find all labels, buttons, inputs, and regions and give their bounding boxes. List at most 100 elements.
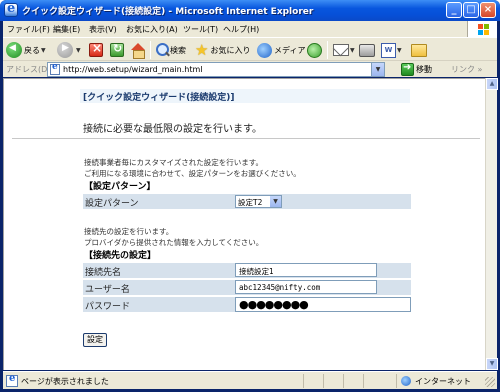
close-button[interactable]: × xyxy=(480,2,496,18)
internet-globe-icon xyxy=(401,376,411,386)
dest-name-label: 接続先名 xyxy=(85,268,122,278)
toolbar-separator xyxy=(327,41,328,59)
dest-note: プロバイダから提供された情報を入力してください。 xyxy=(84,238,264,247)
scroll-down-icon[interactable]: ▼ xyxy=(486,358,498,370)
password-field[interactable]: ●●●●●●●● xyxy=(235,297,411,312)
word-icon: W xyxy=(381,42,396,58)
menu-bar: ファイル(F) 編集(E) 表示(V) お気に入り(A) ツール(T) ヘルプ(… xyxy=(3,21,497,37)
title-bar[interactable]: クイック設定ウィザード(接続設定) - Microsoft Internet E… xyxy=(0,0,500,21)
history-icon xyxy=(307,42,322,58)
password-value: ●●●●●●●● xyxy=(239,298,309,311)
address-input[interactable]: http://web.setup/wizard_main.html ▼ xyxy=(47,62,385,77)
vertical-scrollbar[interactable]: ▲ ▼ xyxy=(485,78,498,370)
forward-arrow-icon xyxy=(57,42,73,58)
status-panel xyxy=(343,374,344,388)
password-row: パスワード ●●●●●●●● xyxy=(83,297,411,312)
menu-edit[interactable]: 編集(E) xyxy=(53,24,80,35)
address-label: アドレス(D) xyxy=(6,65,51,74)
status-panel xyxy=(396,374,397,388)
folder-button[interactable] xyxy=(411,41,427,59)
chevron-down-icon[interactable]: ▼ xyxy=(350,47,355,54)
media-label: メディア xyxy=(274,45,306,55)
password-label: パスワード xyxy=(85,302,131,312)
print-button[interactable] xyxy=(359,41,375,59)
chevron-down-icon[interactable]: ▼ xyxy=(397,47,402,54)
browser-window: クイック設定ウィザード(接続設定) - Microsoft Internet E… xyxy=(0,0,500,392)
windows-logo-icon xyxy=(467,21,497,37)
mail-icon xyxy=(333,44,349,56)
ie-logo-icon xyxy=(4,1,18,17)
pattern-select[interactable]: 設定T2 ▼ xyxy=(235,195,282,208)
pattern-section-title: 【設定パターン】 xyxy=(84,182,156,192)
username-row: ユーザー名 abc12345@nifty.com xyxy=(83,280,411,295)
status-panel xyxy=(323,374,324,388)
submit-button[interactable]: 設定 xyxy=(83,333,107,347)
status-panel xyxy=(303,374,304,388)
menu-file[interactable]: ファイル(F) xyxy=(7,24,50,35)
links-toolbar[interactable]: リンク » xyxy=(451,64,482,75)
media-button[interactable]: メディア xyxy=(257,41,305,59)
edit-button[interactable]: W ▼ xyxy=(381,41,402,59)
dest-note: 接続先の設定を行います。 xyxy=(84,227,174,236)
page-title: [クイック設定ウィザード(接続設定)] xyxy=(83,93,235,103)
address-url[interactable]: http://web.setup/wizard_main.html xyxy=(63,65,203,74)
chevron-down-icon[interactable]: ▼ xyxy=(371,63,384,76)
address-bar: アドレス(D) http://web.setup/wizard_main.htm… xyxy=(3,61,497,77)
username-field[interactable]: abc12345@nifty.com xyxy=(235,280,377,294)
dest-name-field[interactable]: 接続設定1 xyxy=(235,263,377,277)
media-icon xyxy=(257,42,272,58)
home-button[interactable] xyxy=(130,41,146,59)
menu-help[interactable]: ヘルプ(H) xyxy=(223,24,259,35)
status-text: ページが表示されました xyxy=(21,377,109,386)
maximize-button[interactable]: □ xyxy=(463,2,479,18)
favorites-button[interactable]: ★ お気に入り xyxy=(195,41,250,59)
resize-grip[interactable] xyxy=(485,377,495,387)
page-done-icon xyxy=(6,373,18,387)
window-title: クイック設定ウィザード(接続設定) - Microsoft Internet E… xyxy=(22,7,314,17)
go-label: 移動 xyxy=(416,64,432,74)
back-button[interactable]: 戻る ▼ xyxy=(6,41,46,59)
back-arrow-icon xyxy=(6,42,22,58)
chevron-down-icon[interactable]: ▼ xyxy=(41,47,46,54)
wizard-header: [クイック設定ウィザード(接続設定)] xyxy=(80,89,410,103)
search-label: 検索 xyxy=(170,45,186,55)
printer-icon xyxy=(359,43,375,57)
username-value: abc12345@nifty.com xyxy=(239,283,321,292)
search-button[interactable]: 検索 xyxy=(155,41,186,59)
chevron-down-icon[interactable]: ▼ xyxy=(270,196,281,207)
search-icon xyxy=(155,42,170,58)
chevron-down-icon[interactable]: ▼ xyxy=(76,47,81,54)
history-button[interactable] xyxy=(307,41,322,59)
pattern-row: 設定パターン 設定T2 ▼ xyxy=(83,194,411,209)
minimize-button[interactable]: _ xyxy=(446,2,462,18)
stop-icon xyxy=(89,41,103,57)
refresh-icon xyxy=(110,42,124,57)
mail-button[interactable]: ▼ xyxy=(333,41,355,59)
username-label: ユーザー名 xyxy=(85,285,130,295)
dest-section-title: 【接続先の設定】 xyxy=(84,251,157,261)
wizard-description: 接続に必要な最低限の設定を行います。 xyxy=(83,124,262,135)
status-bar: ページが表示されました インターネット xyxy=(3,371,497,389)
folder-icon xyxy=(411,43,427,57)
security-zone-text: インターネット xyxy=(415,377,471,386)
page-content: [クイック設定ウィザード(接続設定)] 接続に必要な最低限の設定を行います。 接… xyxy=(3,78,485,370)
menu-view[interactable]: 表示(V) xyxy=(89,24,117,35)
menu-tools[interactable]: ツール(T) xyxy=(183,24,218,35)
home-icon xyxy=(130,42,146,59)
scroll-up-icon[interactable]: ▲ xyxy=(486,78,498,90)
menu-favorites[interactable]: お気に入り(A) xyxy=(126,24,178,35)
refresh-button[interactable] xyxy=(110,41,124,59)
pattern-selected-value: 設定T2 xyxy=(238,198,263,207)
dest-name-row: 接続先名 接続設定1 xyxy=(83,263,411,278)
favorites-label: お気に入り xyxy=(210,45,251,55)
dest-name-value: 接続設定1 xyxy=(239,267,274,276)
page-icon xyxy=(50,62,60,75)
toolbar: 戻る ▼ ▼ 検索 ★ お気に入り メディア xyxy=(3,37,497,61)
pattern-note: 接続事業者毎にカスタマイズされた設定を行います。 xyxy=(84,158,264,167)
stop-button[interactable] xyxy=(89,41,103,59)
toolbar-separator xyxy=(150,41,151,59)
status-panel xyxy=(363,374,364,388)
pattern-note: ご利用になる環境に合わせて、設定パターンをお選びください。 xyxy=(84,169,301,178)
go-button[interactable]: 移動 xyxy=(401,62,432,76)
forward-button[interactable]: ▼ xyxy=(57,41,81,59)
